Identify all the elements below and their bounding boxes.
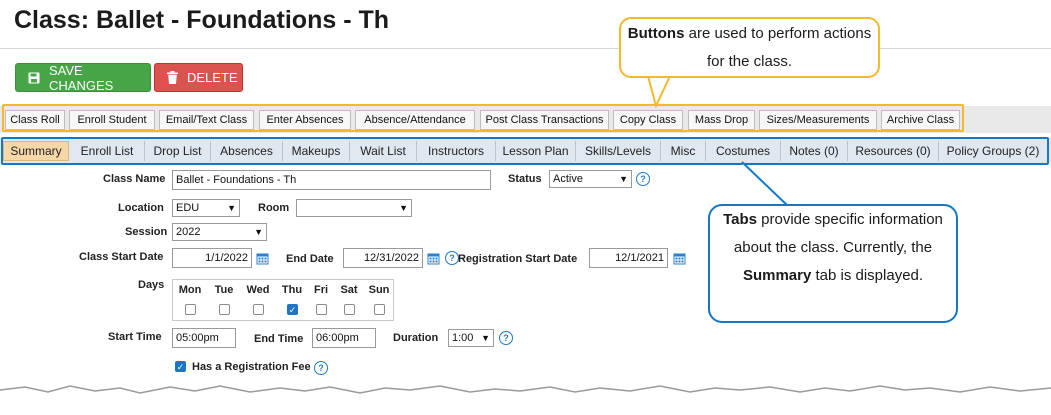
registration-start-date-label: Registration Start Date [458, 253, 578, 265]
delete-label: DELETE [187, 70, 238, 85]
duration-value: 1:00 [452, 332, 474, 344]
days-label: Days [138, 279, 165, 291]
day-checkbox-thu[interactable]: ✓ [287, 304, 298, 315]
status-select[interactable]: Active ▼ [549, 170, 632, 188]
tabs-highlight [1, 137, 1049, 165]
location-label: Location [118, 202, 164, 214]
chevron-down-icon: ▼ [227, 203, 236, 213]
day-label-sun: Sun [368, 284, 390, 296]
help-icon[interactable]: ? [499, 331, 513, 345]
end-time-label: End Time [254, 333, 304, 345]
day-checkbox-wed[interactable] [253, 304, 264, 315]
tabs-callout-pointer [741, 161, 791, 207]
buttons-callout-bold: Buttons [627, 25, 685, 42]
duration-label: Duration [393, 332, 439, 344]
session-value: 2022 [176, 226, 201, 238]
day-label-tue: Tue [214, 284, 234, 296]
save-icon [28, 72, 40, 84]
day-label-fri: Fri [313, 284, 329, 296]
chevron-down-icon: ▼ [254, 227, 263, 237]
buttons-highlight [2, 104, 964, 132]
day-label-sat: Sat [340, 284, 358, 296]
calendar-icon[interactable] [427, 252, 440, 265]
tabs-callout-bold-1: Tabs [723, 211, 757, 228]
buttons-callout-text: are used to perform actions for the clas… [684, 25, 872, 70]
trash-icon [167, 71, 178, 84]
day-checkbox-tue[interactable] [219, 304, 230, 315]
end-date-label: End Date [286, 253, 334, 265]
end-date-input[interactable] [343, 248, 423, 268]
save-changes-label: SAVE CHANGES [49, 62, 114, 93]
class-name-input[interactable] [172, 170, 491, 190]
help-icon[interactable]: ? [314, 361, 328, 375]
day-checkbox-sat[interactable] [344, 304, 355, 315]
session-label: Session [125, 226, 168, 238]
buttons-callout-pointer [647, 76, 671, 108]
help-icon[interactable]: ? [636, 172, 650, 186]
registration-fee-checkbox[interactable]: ✓ [175, 361, 186, 372]
day-checkbox-fri[interactable] [316, 304, 327, 315]
title-divider [0, 48, 1051, 49]
status-value: Active [553, 173, 583, 185]
start-time-input[interactable] [172, 328, 236, 348]
class-start-date-input[interactable] [172, 248, 252, 268]
duration-select[interactable]: 1:00 ▼ [448, 329, 494, 347]
chevron-down-icon: ▼ [619, 174, 628, 184]
day-checkbox-mon[interactable] [185, 304, 196, 315]
help-icon[interactable]: ? [445, 251, 459, 265]
tabs-callout-text-2: tab is displayed. [811, 267, 924, 284]
tabs-callout: Tabs provide specific information about … [708, 204, 958, 323]
calendar-icon[interactable] [256, 252, 269, 265]
chevron-down-icon: ▼ [399, 203, 408, 213]
calendar-icon[interactable] [673, 252, 686, 265]
session-select[interactable]: 2022 ▼ [172, 223, 267, 241]
registration-fee-label: Has a Registration Fee [192, 361, 311, 373]
torn-edge [0, 385, 1051, 415]
page-title: Class: Ballet - Foundations - Th [14, 6, 390, 34]
start-time-label: Start Time [108, 331, 162, 343]
room-select[interactable]: ▼ [296, 199, 412, 217]
room-label: Room [258, 202, 290, 214]
class-start-date-label: Class Start Date [79, 251, 164, 263]
location-value: EDU [176, 202, 200, 214]
status-label: Status [508, 173, 542, 185]
day-label-mon: Mon [178, 284, 202, 296]
class-name-label: Class Name [103, 173, 166, 185]
delete-button[interactable]: DELETE [154, 63, 243, 92]
day-label-wed: Wed [246, 284, 270, 296]
chevron-down-icon: ▼ [481, 333, 490, 343]
end-time-input[interactable] [312, 328, 376, 348]
tabs-callout-bold-2: Summary [742, 267, 812, 284]
day-label-thu: Thu [281, 284, 303, 296]
day-checkbox-sun[interactable] [374, 304, 385, 315]
buttons-callout: Buttons are used to perform actions for … [619, 17, 880, 78]
location-select[interactable]: EDU ▼ [172, 199, 240, 217]
registration-start-date-input[interactable] [589, 248, 668, 268]
tabs-callout-text-1: provide specific information about the c… [733, 211, 943, 256]
save-changes-button[interactable]: SAVE CHANGES [15, 62, 151, 93]
